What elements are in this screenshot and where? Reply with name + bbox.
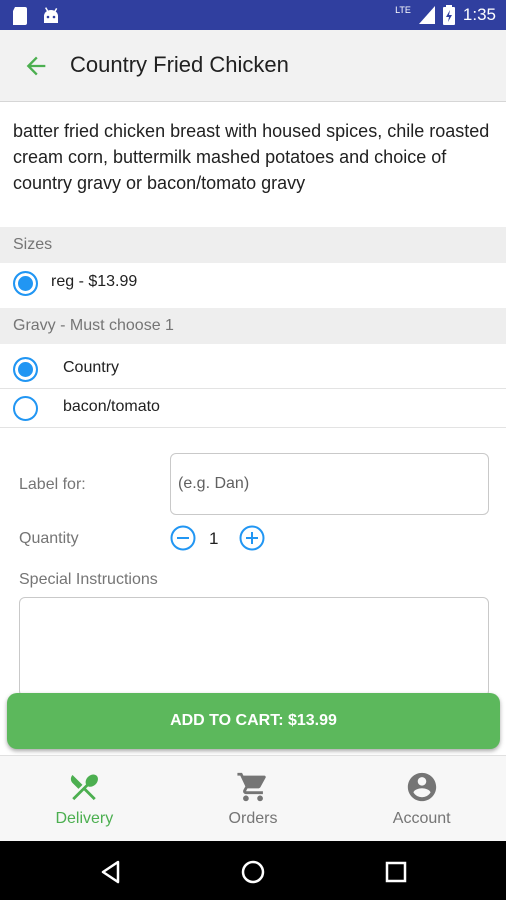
add-to-cart-button[interactable]: ADD TO CART: $13.99	[7, 693, 500, 749]
minus-circle-icon[interactable]	[170, 525, 196, 551]
account-icon	[407, 772, 436, 802]
nav-item-delivery[interactable]: Delivery	[0, 756, 169, 841]
label-for-label: Label for:	[19, 476, 86, 493]
recents-square-icon[interactable]	[383, 859, 409, 885]
android-icon	[44, 7, 58, 23]
status-bar: LTE 1:35	[0, 0, 506, 30]
special-instructions-field[interactable]	[19, 597, 489, 697]
quantity-label: Quantity	[19, 530, 79, 547]
gravy-option-label: Country	[63, 359, 120, 376]
status-time: 1:35	[462, 5, 496, 24]
gravy-option-bacon-tomato[interactable]: bacon/tomato	[0, 388, 506, 428]
nav-label-delivery: Delivery	[55, 810, 114, 827]
size-option-reg[interactable]: reg - $13.99	[0, 263, 506, 303]
page-title: Country Fried Chicken	[70, 52, 289, 77]
nav-item-orders[interactable]: Orders	[169, 756, 338, 841]
size-radio-reg[interactable]	[13, 271, 38, 296]
system-nav-bar	[0, 841, 506, 900]
gravy-option-country[interactable]: Country	[0, 349, 506, 389]
plus-circle-icon[interactable]	[239, 525, 265, 551]
item-description: batter fried chicken breast with housed …	[13, 121, 490, 193]
gravy-radio-bacon-tomato[interactable]	[13, 396, 38, 421]
network-label: LTE	[395, 5, 411, 15]
quantity-value: 1	[209, 529, 219, 548]
special-instructions-label: Special Instructions	[19, 571, 158, 588]
gravy-option-label: bacon/tomato	[63, 398, 160, 415]
arrow-back-icon[interactable]	[22, 52, 50, 80]
nav-label-account: Account	[392, 810, 451, 827]
nav-label-orders: Orders	[228, 810, 278, 827]
back-triangle-icon[interactable]	[98, 859, 124, 885]
gravy-radio-country[interactable]	[13, 357, 38, 382]
fork-knife-icon	[71, 774, 99, 801]
battery-icon	[442, 5, 455, 25]
home-circle-icon[interactable]	[240, 859, 266, 885]
size-option-label: reg - $13.99	[51, 273, 138, 290]
gravy-heading: Gravy - Must choose 1	[0, 308, 506, 344]
sizes-heading: Sizes	[0, 227, 506, 263]
signal-icon	[418, 6, 435, 24]
cart-icon	[237, 772, 266, 802]
nav-item-account[interactable]: Account	[337, 756, 506, 841]
sd-card-icon	[13, 7, 27, 25]
bottom-nav: Delivery Orders Account	[0, 755, 506, 841]
label-for-input[interactable]	[170, 453, 489, 515]
app-bar: Country Fried Chicken	[0, 30, 506, 102]
